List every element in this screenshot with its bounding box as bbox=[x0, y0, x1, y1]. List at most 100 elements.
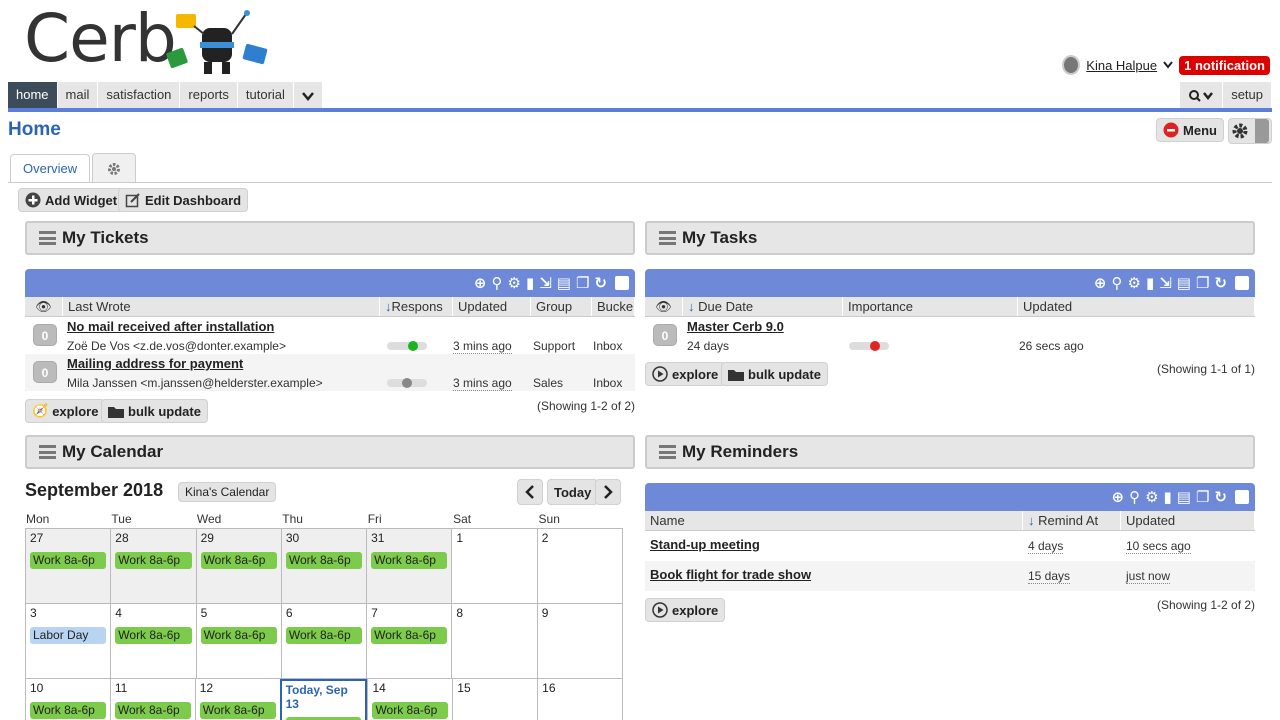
widget-header-tickets[interactable]: My Tickets bbox=[25, 221, 635, 255]
calendar-prev-button[interactable] bbox=[517, 479, 543, 505]
column-importance[interactable]: Importance bbox=[843, 297, 1018, 316]
calendar-event[interactable]: Work 8a-6p bbox=[199, 702, 276, 719]
table-row[interactable]: Stand-up meeting 4 days 10 secs ago bbox=[645, 531, 1255, 561]
export-icon[interactable]: ▤ bbox=[557, 274, 571, 292]
calendar-day[interactable]: 8 bbox=[451, 604, 536, 678]
select-all-checkbox[interactable] bbox=[615, 276, 629, 290]
column-response[interactable]: ↓Respons bbox=[380, 297, 453, 316]
column-updated[interactable]: Updated bbox=[1018, 297, 1255, 316]
tab-add[interactable] bbox=[92, 153, 137, 182]
tasks-explore-button[interactable]: explore bbox=[645, 362, 726, 386]
widget-header-calendar[interactable]: My Calendar bbox=[25, 435, 635, 469]
search-icon[interactable]: ⚲ bbox=[1129, 488, 1140, 506]
nav-more-menu[interactable] bbox=[293, 82, 323, 108]
calendar-day[interactable]: 10 Work 8a-6p bbox=[25, 679, 110, 720]
cerb-logo[interactable]: Cerb bbox=[24, 0, 274, 78]
page-settings-button[interactable] bbox=[1228, 118, 1272, 144]
calendar-next-button[interactable] bbox=[595, 479, 621, 505]
reminder-name[interactable]: Stand-up meeting bbox=[650, 537, 760, 552]
nav-setup[interactable]: setup bbox=[1223, 82, 1272, 108]
calendar-event[interactable]: Work 8a-6p bbox=[371, 627, 448, 644]
ticket-subject[interactable]: Mailing address for payment bbox=[67, 356, 243, 371]
gear-icon[interactable]: ⚙ bbox=[507, 274, 520, 292]
calendar-event[interactable]: Work 8a-6p bbox=[115, 627, 192, 644]
calendar-day[interactable]: 30 Work 8a-6p bbox=[280, 529, 367, 603]
calendar-day[interactable]: 9 bbox=[536, 604, 623, 678]
calendar-event[interactable]: Work 8a-6p bbox=[114, 702, 191, 719]
export-icon[interactable]: ▤ bbox=[1177, 488, 1191, 506]
reminder-name[interactable]: Book flight for trade show bbox=[650, 567, 811, 582]
calendar-event[interactable]: Work 8a-6p bbox=[285, 552, 363, 569]
calendar-day[interactable]: 1 bbox=[451, 529, 536, 603]
calendar-event[interactable]: Work 8a-6p bbox=[371, 552, 448, 569]
avatar[interactable] bbox=[1062, 55, 1081, 75]
edit-dashboard-button[interactable]: Edit Dashboard bbox=[118, 188, 249, 212]
calendar-day[interactable]: 16 bbox=[537, 679, 624, 720]
tickets-bulk-update-button[interactable]: bulk update bbox=[101, 399, 208, 423]
eye-icon[interactable]: 👁 bbox=[25, 297, 63, 316]
table-row[interactable]: 0 Mailing address for payment Mila Janss… bbox=[25, 354, 635, 391]
eye-icon[interactable]: 👁 bbox=[645, 297, 683, 316]
calendar-day[interactable]: 2 bbox=[536, 529, 623, 603]
table-row[interactable]: 0 No mail received after installation Zo… bbox=[25, 317, 635, 354]
nav-tab-reports[interactable]: reports bbox=[180, 82, 238, 108]
menu-button[interactable]: Menu bbox=[1156, 118, 1224, 142]
gear-icon[interactable]: ⚙ bbox=[1127, 274, 1140, 292]
nav-tab-mail[interactable]: mail bbox=[57, 82, 99, 108]
chart-icon[interactable]: ▮ bbox=[1146, 274, 1154, 292]
calendar-day[interactable]: 12 Work 8a-6p bbox=[194, 679, 280, 720]
calendar-event[interactable]: Work 8a-6p bbox=[200, 552, 277, 569]
plus-circle-icon[interactable]: ⊕ bbox=[474, 274, 487, 292]
table-row[interactable]: 0 Master Cerb 9.0 24 days 26 secs ago bbox=[645, 317, 1255, 354]
import-icon[interactable]: ⇲ bbox=[1159, 274, 1172, 292]
table-row[interactable]: Book flight for trade show 15 days just … bbox=[645, 561, 1255, 591]
copy-icon[interactable]: ❐ bbox=[1196, 274, 1209, 292]
calendar-event[interactable]: Work 8a-6p bbox=[30, 702, 106, 719]
calendar-day[interactable]: 29 Work 8a-6p bbox=[195, 529, 281, 603]
calendar-event[interactable]: Labor Day bbox=[30, 627, 107, 644]
task-title[interactable]: Master Cerb 9.0 bbox=[687, 319, 784, 334]
calendar-event[interactable]: Work 8a-6p bbox=[372, 702, 449, 719]
calendar-day[interactable]: 5 Work 8a-6p bbox=[195, 604, 281, 678]
ticket-subject[interactable]: No mail received after installation bbox=[67, 319, 274, 334]
calendar-day[interactable]: 28 Work 8a-6p bbox=[110, 529, 196, 603]
column-name[interactable]: Name bbox=[645, 511, 1023, 530]
tab-overview[interactable]: Overview bbox=[10, 154, 91, 183]
nav-tab-tutorial[interactable]: tutorial bbox=[237, 82, 294, 108]
calendar-day[interactable]: 4 Work 8a-6p bbox=[110, 604, 195, 678]
column-due-date[interactable]: ↓ Due Date bbox=[683, 297, 843, 316]
calendar-day[interactable]: 3 Labor Day bbox=[25, 604, 110, 678]
calendar-day[interactable]: 6 Work 8a-6p bbox=[280, 604, 366, 678]
calendar-event[interactable]: Work 8a-6p bbox=[285, 627, 363, 644]
tickets-explore-button[interactable]: 🧭 explore bbox=[25, 399, 106, 423]
widget-header-tasks[interactable]: My Tasks bbox=[645, 221, 1255, 255]
refresh-icon[interactable]: ↻ bbox=[1214, 274, 1227, 292]
chart-icon[interactable]: ▮ bbox=[1164, 488, 1172, 506]
calendar-day[interactable]: 7 Work 8a-6p bbox=[366, 604, 451, 678]
chart-icon[interactable]: ▮ bbox=[526, 274, 534, 292]
calendar-day[interactable]: 15 bbox=[452, 679, 537, 720]
reminders-explore-button[interactable]: explore bbox=[645, 598, 726, 622]
column-updated[interactable]: Updated bbox=[1121, 511, 1255, 530]
add-widget-button[interactable]: Add Widget bbox=[18, 188, 125, 212]
copy-icon[interactable]: ❐ bbox=[576, 274, 589, 292]
export-icon[interactable]: ▤ bbox=[1177, 274, 1191, 292]
import-icon[interactable]: ⇲ bbox=[539, 274, 552, 292]
select-all-checkbox[interactable] bbox=[1235, 490, 1249, 504]
copy-icon[interactable]: ❐ bbox=[1196, 488, 1209, 506]
gear-icon[interactable]: ⚙ bbox=[1145, 488, 1158, 506]
calendar-select-button[interactable]: Kina's Calendar bbox=[178, 482, 277, 502]
tasks-bulk-update-button[interactable]: bulk update bbox=[721, 362, 828, 386]
search-icon[interactable]: ⚲ bbox=[491, 274, 502, 292]
calendar-event[interactable]: Work 8a-6p bbox=[115, 552, 192, 569]
refresh-icon[interactable]: ↻ bbox=[594, 274, 607, 292]
nav-tab-satisfaction[interactable]: satisfaction bbox=[98, 82, 181, 108]
calendar-day-today[interactable]: Today, Sep 13 bbox=[279, 679, 368, 720]
plus-circle-icon[interactable]: ⊕ bbox=[1111, 488, 1124, 506]
column-updated[interactable]: Updated bbox=[453, 297, 531, 316]
column-remind-at[interactable]: ↓ Remind At bbox=[1023, 511, 1121, 530]
calendar-day[interactable]: 11 Work 8a-6p bbox=[109, 679, 195, 720]
search-icon[interactable]: ⚲ bbox=[1111, 274, 1122, 292]
nav-tab-home[interactable]: home bbox=[8, 82, 58, 108]
chevron-down-icon[interactable] bbox=[1163, 61, 1173, 69]
